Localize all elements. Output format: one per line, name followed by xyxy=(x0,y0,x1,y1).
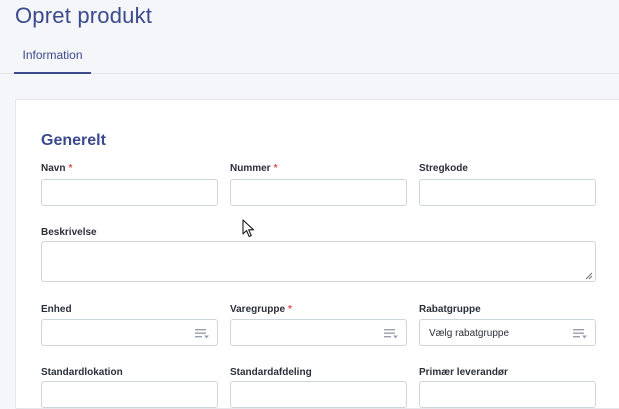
beskrivelse-label: Beskrivelse xyxy=(41,227,97,238)
standardafdeling-label: Standardafdeling xyxy=(230,367,312,378)
standardafdeling-select[interactable] xyxy=(230,381,407,408)
form-card: Generelt Navn * Nummer * Stregkode Beskriv… xyxy=(15,99,619,409)
page-title: Opret produkt xyxy=(15,3,153,28)
required-marker: * xyxy=(288,304,292,315)
varegruppe-select[interactable] xyxy=(230,319,407,346)
rabatgruppe-select[interactable]: Vælg rabatgruppe xyxy=(419,319,596,346)
varegruppe-label: Varegruppe * xyxy=(230,304,292,315)
list-filter-icon xyxy=(384,329,398,339)
enhed-select[interactable] xyxy=(41,319,218,346)
section-title: Generelt xyxy=(41,132,106,149)
stregkode-input[interactable] xyxy=(419,179,596,206)
standardlokation-select[interactable] xyxy=(41,381,218,408)
tab-information[interactable]: Information xyxy=(14,44,91,74)
primaer-leverandoer-label: Primær leverandør xyxy=(419,367,508,378)
nummer-input[interactable] xyxy=(230,179,407,206)
enhed-label: Enhed xyxy=(41,304,72,315)
nummer-label: Nummer * xyxy=(230,163,278,174)
mouse-pointer-icon xyxy=(242,219,255,238)
tab-bar: Information xyxy=(0,44,619,74)
list-filter-icon xyxy=(195,329,209,339)
required-marker: * xyxy=(68,163,73,174)
primaer-leverandoer-select[interactable] xyxy=(419,381,596,408)
stregkode-label: Stregkode xyxy=(419,163,468,174)
beskrivelse-textarea[interactable] xyxy=(41,241,596,282)
standardlokation-label: Standardlokation xyxy=(41,367,123,378)
list-filter-icon xyxy=(573,329,587,339)
rabatgruppe-value: Vælg rabatgruppe xyxy=(429,328,510,339)
required-marker: * xyxy=(273,163,278,174)
rabatgruppe-label: Rabatgruppe xyxy=(419,304,481,315)
resize-grip-icon[interactable] xyxy=(585,272,593,280)
navn-label: Navn * xyxy=(41,163,73,174)
navn-input[interactable] xyxy=(41,179,218,206)
